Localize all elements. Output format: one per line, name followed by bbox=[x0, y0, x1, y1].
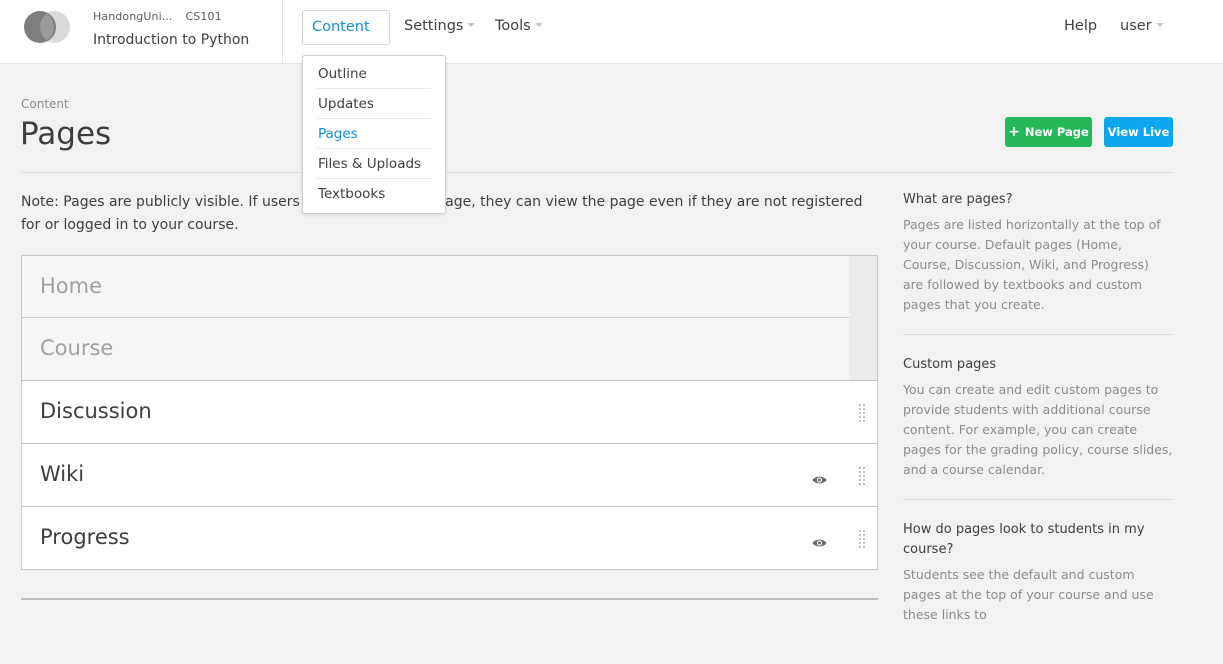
plus-icon: + bbox=[1008, 124, 1020, 140]
caret-down-icon bbox=[534, 22, 543, 27]
page-name: Wiki bbox=[40, 462, 85, 486]
pages-list: Home Course Discussion Wiki Progress bbox=[21, 255, 878, 570]
sidebar-section-body: You can create and edit custom pages to … bbox=[903, 382, 1173, 477]
nav-user-label: user bbox=[1120, 18, 1152, 34]
locked-strip bbox=[849, 256, 877, 318]
sidebar-section-title: What are pages? bbox=[903, 192, 1013, 207]
dropdown-item-textbooks[interactable]: Textbooks bbox=[317, 179, 431, 209]
nav-content-label: Content bbox=[312, 19, 370, 35]
header-divider bbox=[282, 0, 283, 63]
view-live-button[interactable]: View Live bbox=[1104, 117, 1173, 147]
page-name: Home bbox=[40, 274, 103, 298]
new-page-label: New Page bbox=[1024, 125, 1089, 139]
page-title: Pages bbox=[20, 116, 112, 152]
help-sidebar: What are pages? Pages are listed horizon… bbox=[903, 190, 1173, 664]
top-header: HandongUni... CS101 Introduction to Pytho… bbox=[0, 0, 1223, 64]
page-name: Discussion bbox=[40, 399, 152, 423]
sidebar-section-title: Custom pages bbox=[903, 357, 997, 372]
locked-strip bbox=[849, 318, 877, 380]
dropdown-item-pages[interactable]: Pages bbox=[317, 119, 431, 149]
page-subtitle: Content bbox=[21, 97, 69, 111]
sidebar-section: Custom pages You can create and edit cus… bbox=[903, 355, 1173, 500]
nav-help-link[interactable]: Help bbox=[1055, 10, 1106, 45]
sidebar-section: How do pages look to students in my cour… bbox=[903, 520, 1173, 644]
page-name: Course bbox=[40, 336, 114, 360]
nav-help-label: Help bbox=[1064, 18, 1098, 34]
drag-handle-icon[interactable] bbox=[859, 530, 865, 550]
caret-down-icon bbox=[467, 22, 476, 27]
page-row-home: Home bbox=[21, 255, 878, 318]
sidebar-section-body: Students see the default and custom page… bbox=[903, 567, 1154, 622]
course-number: CS101 bbox=[185, 10, 222, 23]
nav-tools-menu[interactable]: Tools bbox=[486, 10, 552, 45]
title-divider bbox=[21, 172, 1173, 173]
page-row-course: Course bbox=[21, 318, 878, 381]
caret-down-icon bbox=[1155, 22, 1164, 27]
nav-user-menu[interactable]: user bbox=[1111, 10, 1173, 45]
sidebar-section-body: Pages are listed horizontally at the top… bbox=[903, 217, 1161, 312]
course-title: Introduction to Python bbox=[93, 32, 250, 48]
page-row-discussion[interactable]: Discussion bbox=[21, 381, 878, 444]
sidebar-section: What are pages? Pages are listed horizon… bbox=[903, 190, 1173, 335]
dropdown-item-updates[interactable]: Updates bbox=[317, 89, 431, 119]
logo[interactable] bbox=[24, 11, 72, 43]
new-page-button[interactable]: + New Page bbox=[1005, 117, 1092, 147]
dropdown-item-outline[interactable]: Outline bbox=[317, 59, 431, 89]
visibility-note: Note: Pages are publicly visible. If use… bbox=[21, 194, 863, 233]
eye-icon[interactable] bbox=[812, 538, 827, 548]
drag-handle-icon[interactable] bbox=[859, 467, 865, 487]
course-meta: HandongUni... CS101 bbox=[93, 10, 249, 23]
page-row-wiki[interactable]: Wiki bbox=[21, 444, 878, 507]
page-row-progress[interactable]: Progress bbox=[21, 507, 878, 570]
nav-tools-label: Tools bbox=[495, 18, 531, 34]
course-org: HandongUni... bbox=[93, 10, 173, 23]
course-info[interactable]: HandongUni... CS101 Introduction to Pytho… bbox=[93, 10, 249, 48]
nav-settings-menu[interactable]: Settings bbox=[395, 10, 484, 45]
nav-settings-label: Settings bbox=[404, 18, 464, 34]
sidebar-section-title: How do pages look to students in my cour… bbox=[903, 522, 1145, 557]
nav-content-menu[interactable]: Content bbox=[302, 10, 390, 60]
eye-icon[interactable] bbox=[812, 475, 827, 485]
page-name: Progress bbox=[40, 525, 130, 549]
content-dropdown-menu: Outline Updates Pages Files & Uploads Te… bbox=[302, 55, 446, 214]
view-live-label: View Live bbox=[1107, 125, 1170, 139]
dropdown-item-files-uploads[interactable]: Files & Uploads bbox=[317, 149, 431, 179]
drag-handle-icon[interactable] bbox=[859, 404, 865, 424]
